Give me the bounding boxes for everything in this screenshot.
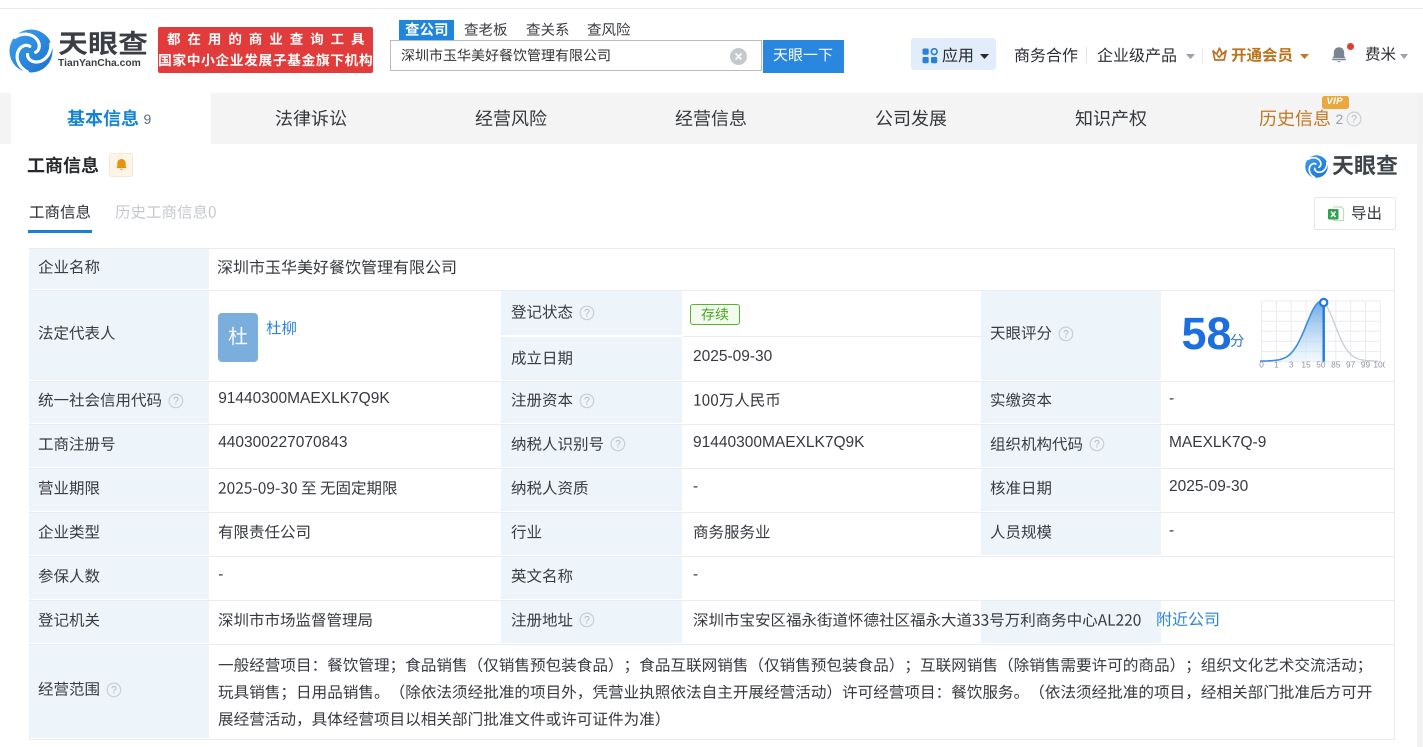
svg-text:100: 100 [1373, 359, 1385, 369]
svg-text:?: ? [111, 684, 117, 696]
svg-text:99: 99 [1361, 359, 1371, 369]
svg-text:15: 15 [1301, 359, 1311, 369]
svg-text:50: 50 [1316, 359, 1326, 369]
svg-text:97: 97 [1346, 359, 1356, 369]
svg-text:?: ? [1351, 113, 1357, 125]
svg-text:?: ? [584, 395, 590, 407]
svg-text:?: ? [1094, 439, 1100, 451]
svg-text:1: 1 [1274, 359, 1279, 369]
svg-text:3: 3 [1289, 359, 1294, 369]
svg-text:?: ? [615, 439, 621, 451]
svg-text:85: 85 [1331, 359, 1341, 369]
svg-text:?: ? [584, 615, 590, 627]
svg-text:?: ? [1063, 328, 1069, 340]
svg-text:?: ? [584, 307, 590, 319]
svg-text:?: ? [173, 395, 179, 407]
svg-text:0: 0 [1259, 359, 1264, 369]
